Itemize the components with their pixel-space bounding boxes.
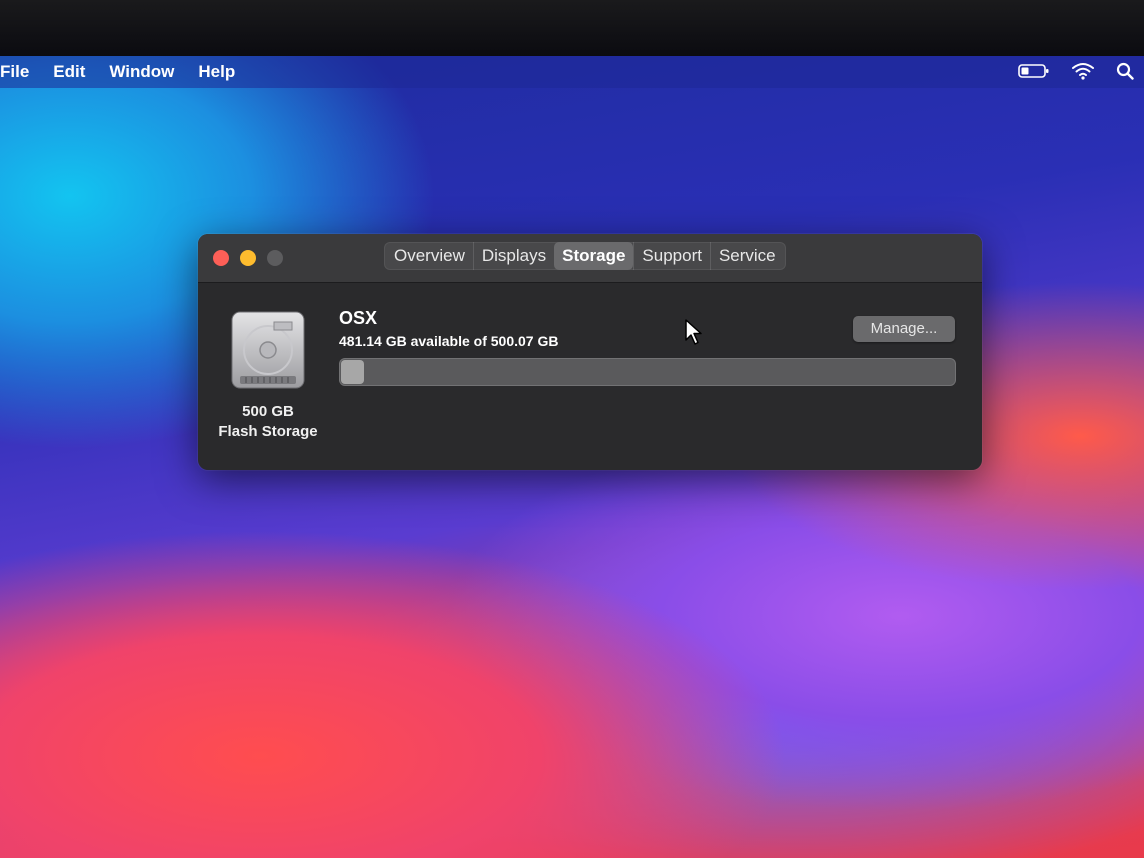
disk-size: 500 GB — [242, 403, 294, 420]
storage-used-segment — [341, 360, 364, 384]
menu-edit[interactable]: Edit — [53, 62, 85, 82]
tab-bar: Overview Displays Storage Support Servic… — [384, 242, 786, 270]
minimize-button[interactable] — [240, 250, 256, 266]
manage-button[interactable]: Manage... — [853, 316, 955, 342]
hard-drive-icon — [226, 310, 310, 392]
disk-type: Flash Storage — [218, 423, 318, 440]
menu-bar: File Edit Window Help — [0, 56, 1144, 88]
search-icon[interactable] — [1116, 62, 1134, 80]
disk-caption: 500 GB Flash Storage — [208, 402, 328, 442]
volume-usage-text: 481.14 GB available of 500.07 GB — [339, 333, 559, 349]
close-button[interactable] — [213, 250, 229, 266]
storage-panel: 500 GB Flash Storage OSX 481.14 GB avail… — [198, 282, 982, 470]
menu-window[interactable]: Window — [109, 62, 174, 82]
tab-support[interactable]: Support — [633, 242, 710, 270]
battery-icon[interactable] — [1018, 63, 1050, 79]
tab-displays[interactable]: Displays — [472, 242, 554, 270]
status-area — [1018, 62, 1134, 80]
screen-bezel — [0, 0, 1144, 56]
menu-file[interactable]: File — [0, 62, 29, 82]
menu-help[interactable]: Help — [198, 62, 235, 82]
storage-usage-bar — [339, 358, 956, 386]
volume-name: OSX — [339, 308, 378, 328]
tab-service[interactable]: Service — [709, 242, 784, 270]
zoom-button — [267, 250, 283, 266]
wifi-icon[interactable] — [1072, 62, 1094, 80]
mouse-cursor-icon — [684, 318, 704, 346]
tab-overview[interactable]: Overview — [386, 242, 473, 270]
tab-storage[interactable]: Storage — [554, 242, 634, 270]
about-this-mac-window: Overview Displays Storage Support Servic… — [198, 234, 982, 470]
window-titlebar[interactable]: Overview Displays Storage Support Servic… — [198, 234, 982, 283]
